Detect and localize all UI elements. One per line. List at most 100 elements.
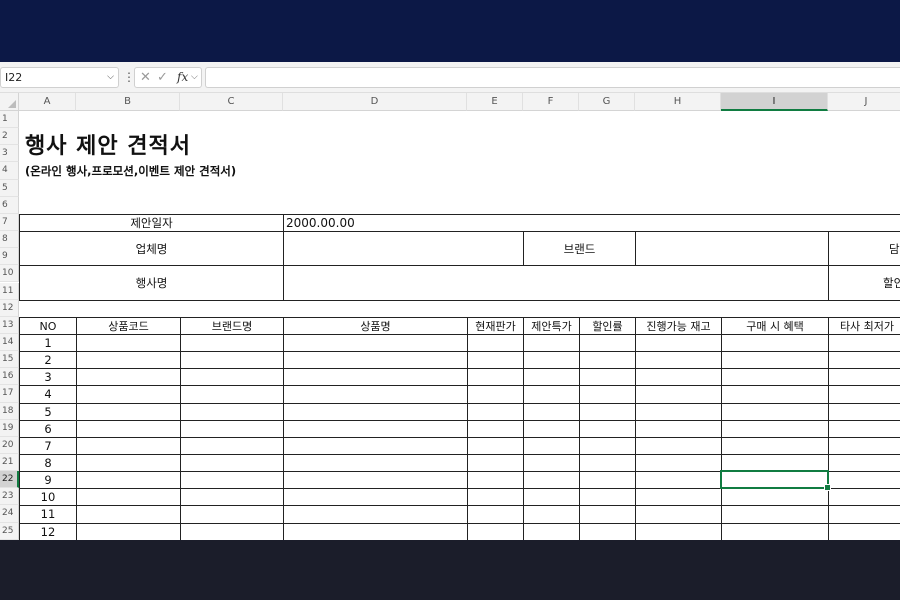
table-cell[interactable] xyxy=(467,436,524,455)
table-cell[interactable] xyxy=(635,505,722,524)
table-cell[interactable] xyxy=(76,368,181,387)
table-cell[interactable] xyxy=(579,436,636,455)
table-cell[interactable] xyxy=(467,333,524,353)
close-icon[interactable]: ✕ xyxy=(140,68,151,87)
table-cell[interactable] xyxy=(579,385,636,404)
table-cell[interactable] xyxy=(828,402,900,421)
table-cell[interactable] xyxy=(180,488,284,507)
row-header-14[interactable]: 14 xyxy=(0,333,19,352)
table-cell[interactable] xyxy=(635,333,722,353)
table-cell[interactable] xyxy=(283,368,468,387)
table-cell[interactable] xyxy=(579,522,636,540)
table-cell[interactable] xyxy=(283,522,468,540)
row-header-17[interactable]: 17 xyxy=(0,385,19,403)
table-cell[interactable] xyxy=(828,436,900,455)
table-cell[interactable] xyxy=(523,333,580,353)
row-header-4[interactable]: 4 xyxy=(0,162,19,180)
table-cell[interactable] xyxy=(467,351,524,370)
table-cell[interactable] xyxy=(721,402,829,421)
table-cell[interactable] xyxy=(635,471,722,490)
table-cell[interactable] xyxy=(721,419,829,438)
row-header-3[interactable]: 3 xyxy=(0,145,19,163)
table-cell[interactable] xyxy=(721,436,829,455)
table-cell[interactable] xyxy=(828,385,900,404)
column-header-i[interactable]: I xyxy=(721,93,828,111)
row-header-15[interactable]: 15 xyxy=(0,351,19,369)
table-cell[interactable] xyxy=(467,385,524,404)
table-cell[interactable] xyxy=(467,402,524,421)
table-cell[interactable] xyxy=(635,454,722,473)
formula-input[interactable] xyxy=(205,67,900,88)
table-cell[interactable] xyxy=(76,505,181,524)
table-cell[interactable] xyxy=(76,402,181,421)
table-cell[interactable] xyxy=(283,505,468,524)
table-cell[interactable] xyxy=(635,402,722,421)
table-cell[interactable] xyxy=(828,333,900,353)
table-cell[interactable] xyxy=(180,522,284,540)
table-cell[interactable] xyxy=(283,402,468,421)
table-cell[interactable] xyxy=(523,351,580,370)
table-cell[interactable] xyxy=(76,488,181,507)
table-cell[interactable] xyxy=(523,471,580,490)
table-cell[interactable] xyxy=(180,419,284,438)
row-number-cell[interactable]: 11 xyxy=(19,505,77,524)
active-cell-selection[interactable] xyxy=(720,470,831,492)
table-cell[interactable] xyxy=(635,351,722,370)
table-cell[interactable] xyxy=(180,368,284,387)
spreadsheet-grid[interactable]: A B C D E F G H I J 1 2 3 4 5 6 7 8 9 10 11 12 13 14 15 16 17 18 19 2… xyxy=(0,93,900,540)
table-cell[interactable] xyxy=(467,471,524,490)
table-cell[interactable] xyxy=(76,436,181,455)
table-cell[interactable] xyxy=(76,454,181,473)
company-value[interactable] xyxy=(283,231,524,267)
table-cell[interactable] xyxy=(523,402,580,421)
row-header-22[interactable]: 22 xyxy=(0,471,19,489)
table-cell[interactable] xyxy=(635,419,722,438)
table-cell[interactable] xyxy=(579,488,636,507)
row-number-cell[interactable]: 1 xyxy=(19,333,77,353)
table-cell[interactable] xyxy=(76,333,181,353)
row-header-21[interactable]: 21 xyxy=(0,454,19,472)
row-header-20[interactable]: 20 xyxy=(0,436,19,454)
name-box[interactable]: I22 ⌵ xyxy=(0,67,119,88)
table-cell[interactable] xyxy=(523,368,580,387)
table-cell[interactable] xyxy=(283,471,468,490)
table-cell[interactable] xyxy=(828,419,900,438)
table-cell[interactable] xyxy=(180,385,284,404)
table-cell[interactable] xyxy=(283,351,468,370)
table-cell[interactable] xyxy=(467,488,524,507)
table-cell[interactable] xyxy=(579,333,636,353)
table-cell[interactable] xyxy=(828,351,900,370)
column-header-a[interactable]: A xyxy=(19,93,76,111)
check-icon[interactable]: ✓ xyxy=(157,68,168,87)
table-cell[interactable] xyxy=(635,488,722,507)
table-cell[interactable] xyxy=(635,368,722,387)
row-header-2[interactable]: 2 xyxy=(0,128,19,146)
table-cell[interactable] xyxy=(76,522,181,540)
table-cell[interactable] xyxy=(283,333,468,353)
table-cell[interactable] xyxy=(467,505,524,524)
row-header-11[interactable]: 11 xyxy=(0,282,19,300)
table-cell[interactable] xyxy=(828,505,900,524)
table-cell[interactable] xyxy=(283,419,468,438)
row-number-cell[interactable]: 7 xyxy=(19,436,77,455)
table-cell[interactable] xyxy=(180,454,284,473)
table-cell[interactable] xyxy=(523,436,580,455)
row-header-23[interactable]: 23 xyxy=(0,488,19,506)
fx-icon[interactable]: fx xyxy=(177,68,188,87)
row-number-cell[interactable]: 2 xyxy=(19,351,77,370)
column-header-f[interactable]: F xyxy=(523,93,579,111)
table-cell[interactable] xyxy=(579,368,636,387)
table-cell[interactable] xyxy=(76,471,181,490)
table-cell[interactable] xyxy=(467,419,524,438)
row-header-12[interactable]: 12 xyxy=(0,299,19,317)
table-cell[interactable] xyxy=(283,454,468,473)
column-header-b[interactable]: B xyxy=(76,93,180,111)
table-cell[interactable] xyxy=(721,368,829,387)
table-cell[interactable] xyxy=(180,351,284,370)
table-cell[interactable] xyxy=(76,385,181,404)
table-cell[interactable] xyxy=(467,522,524,540)
row-header-19[interactable]: 19 xyxy=(0,419,19,437)
row-number-cell[interactable]: 8 xyxy=(19,454,77,473)
column-header-d[interactable]: D xyxy=(283,93,467,111)
table-cell[interactable] xyxy=(180,505,284,524)
